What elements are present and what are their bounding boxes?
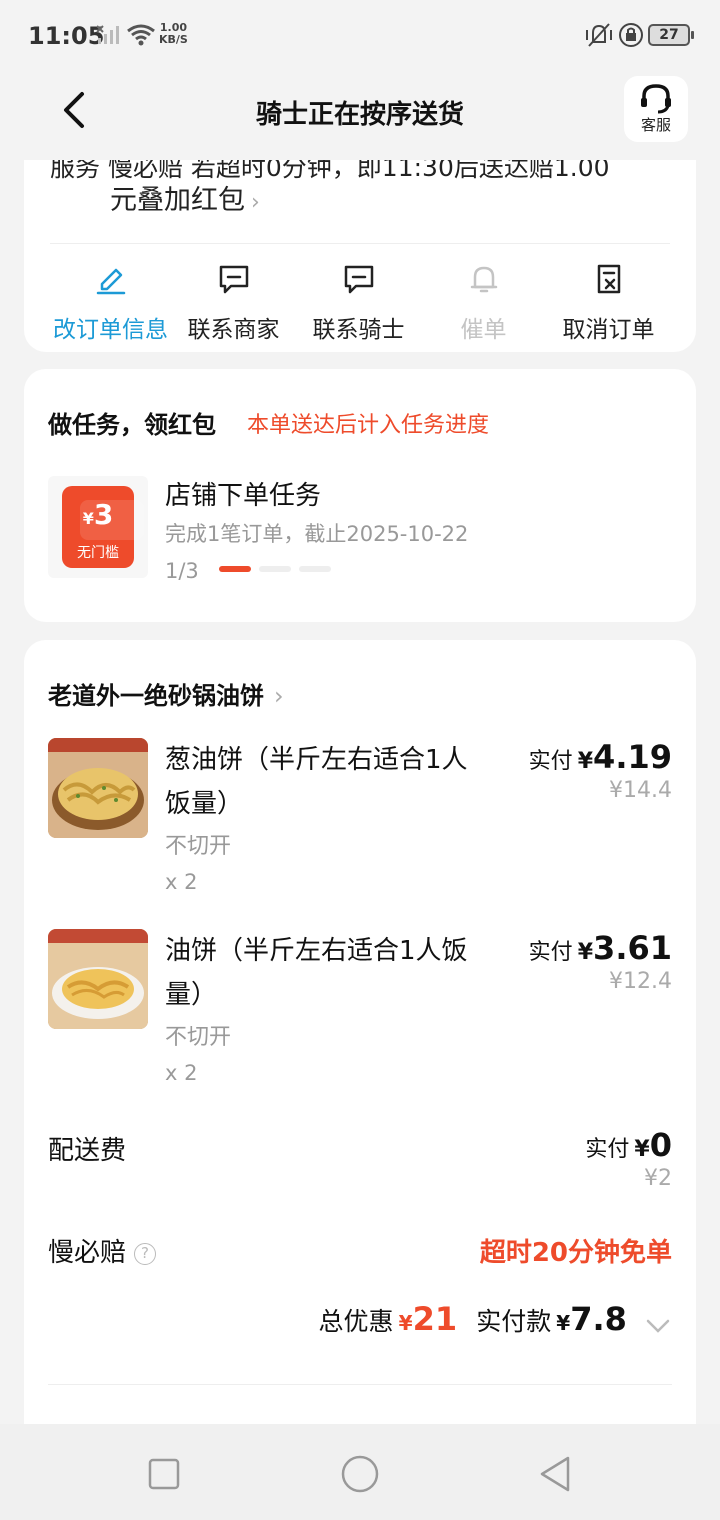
item-name: 葱油饼（半斤左右适合1人饭量） bbox=[165, 745, 468, 819]
progress-segment bbox=[219, 566, 251, 572]
help-icon[interactable]: ? bbox=[134, 1242, 157, 1265]
coupon-card: ¥3 无门槛 bbox=[62, 486, 144, 568]
wifi-icon bbox=[127, 24, 155, 46]
network-speed: 1.00 KB/S bbox=[159, 21, 188, 46]
order-actions-card: 服务 慢必赔 若超时0分钟，即11:30后送达赔1.00 元叠加红包 › 改订单信… bbox=[24, 140, 696, 352]
urge-order-button[interactable]: 催单 bbox=[421, 262, 546, 344]
battery-indicator: 27 bbox=[648, 24, 694, 46]
item-quantity: x 2 bbox=[165, 870, 198, 894]
delivery-fee-label: 配送费 bbox=[48, 1136, 127, 1166]
status-time: 11:05 bbox=[28, 22, 105, 50]
cancel-doc-icon bbox=[597, 264, 620, 294]
progress-segment bbox=[259, 566, 291, 572]
progress-segment bbox=[299, 566, 331, 572]
customer-service-label: 客服 bbox=[640, 116, 671, 134]
status-bar: 11:05 1.00 KB/S 27 bbox=[0, 0, 720, 72]
delivery-fee-price: 实付 ¥0 ¥2 bbox=[585, 1126, 672, 1191]
food-image bbox=[48, 738, 148, 838]
contact-rider-button[interactable]: 联系骑士 bbox=[296, 262, 421, 344]
slow-guarantee-label: 慢必赔? bbox=[48, 1232, 157, 1269]
system-nav-bar bbox=[0, 1424, 720, 1520]
bell-icon bbox=[470, 266, 497, 293]
order-total-row[interactable]: 总优惠 ¥21 实付款 ¥7.8 bbox=[319, 1300, 672, 1338]
chevron-down-icon bbox=[646, 1319, 670, 1333]
coupon-label: 无门槛 bbox=[77, 545, 119, 561]
item-paid-amount: 3.61 bbox=[593, 929, 672, 967]
item-original-price: ¥12.4 bbox=[609, 969, 672, 994]
headset-icon bbox=[641, 84, 671, 114]
food-image bbox=[48, 929, 148, 1029]
item-original-price: ¥14.4 bbox=[609, 778, 672, 803]
recent-apps-button[interactable] bbox=[144, 1454, 184, 1494]
item-name: 油饼（半斤左右适合1人饭量） bbox=[165, 936, 468, 1010]
cancel-order-button[interactable]: 取消订单 bbox=[546, 262, 671, 344]
edit-order-button[interactable]: 改订单信息 bbox=[48, 262, 173, 344]
lock-rotation-icon bbox=[619, 23, 643, 47]
item-option: 不切开 bbox=[165, 834, 232, 859]
task-card-title: 做任务，领红包 bbox=[48, 411, 216, 439]
chat-icon bbox=[344, 265, 373, 294]
task-progress-text: 1/3 bbox=[165, 559, 199, 583]
item-paid-amount: 4.19 bbox=[593, 738, 672, 776]
vibrate-icon bbox=[586, 23, 612, 47]
total-paid-label: 实付款 bbox=[476, 1307, 552, 1336]
delivery-fee-original: ¥2 bbox=[644, 1166, 672, 1191]
item-price: 实付 ¥3.61 ¥12.4 bbox=[528, 929, 672, 994]
back-nav-button[interactable] bbox=[536, 1454, 576, 1494]
chevron-right-icon: › bbox=[274, 682, 284, 710]
edit-icon bbox=[96, 268, 125, 295]
coupon-amount: ¥3 bbox=[82, 498, 114, 531]
task-name: 店铺下单任务 bbox=[165, 481, 322, 511]
page-header: 骑士正在按序送货 客服 bbox=[0, 72, 720, 160]
item-price: 实付 ¥4.19 ¥14.4 bbox=[528, 738, 672, 803]
task-card: 做任务，领红包 本单送达后计入任务进度 ¥3 无门槛 店铺下单任务 完成1笔订单… bbox=[24, 369, 696, 622]
chevron-right-icon: › bbox=[251, 190, 260, 215]
guarantee-text-line2[interactable]: 元叠加红包 › bbox=[110, 178, 260, 217]
chat-icon bbox=[219, 265, 248, 294]
home-button[interactable] bbox=[340, 1454, 380, 1494]
coupon-badge: ¥3 无门槛 bbox=[48, 476, 148, 578]
order-item[interactable]: 油饼（半斤左右适合1人饭量） 不切开 x 2 实付 ¥3.61 ¥12.4 bbox=[48, 929, 672, 1099]
divider bbox=[50, 243, 670, 244]
slow-guarantee-value: 超时20分钟免单 bbox=[479, 1238, 672, 1268]
item-quantity: x 2 bbox=[165, 1061, 198, 1085]
item-option: 不切开 bbox=[165, 1025, 232, 1050]
task-description: 完成1笔订单，截止2025-10-22 bbox=[165, 522, 469, 546]
customer-service-button[interactable]: 客服 bbox=[624, 76, 688, 142]
total-paid-amount: 7.8 bbox=[570, 1300, 627, 1338]
shop-name-link[interactable]: 老道外一绝砂锅油饼 › bbox=[48, 676, 284, 711]
delivery-fee-paid: 0 bbox=[649, 1126, 672, 1164]
order-detail-card: 老道外一绝砂锅油饼 › 葱油饼（半斤左右适合1人饭量） 不切开 x 2 实付 ¥4… bbox=[24, 640, 696, 1440]
signal-icon bbox=[96, 25, 119, 44]
total-discount-label: 总优惠 bbox=[318, 1307, 394, 1336]
order-item[interactable]: 葱油饼（半斤左右适合1人饭量） 不切开 x 2 实付 ¥4.19 ¥14.4 bbox=[48, 738, 672, 908]
contact-merchant-button[interactable]: 联系商家 bbox=[171, 262, 296, 344]
total-discount-amount: 21 bbox=[412, 1300, 458, 1338]
divider bbox=[48, 1384, 672, 1385]
page-title: 骑士正在按序送货 bbox=[255, 100, 464, 130]
task-card-hint: 本单送达后计入任务进度 bbox=[247, 413, 490, 438]
